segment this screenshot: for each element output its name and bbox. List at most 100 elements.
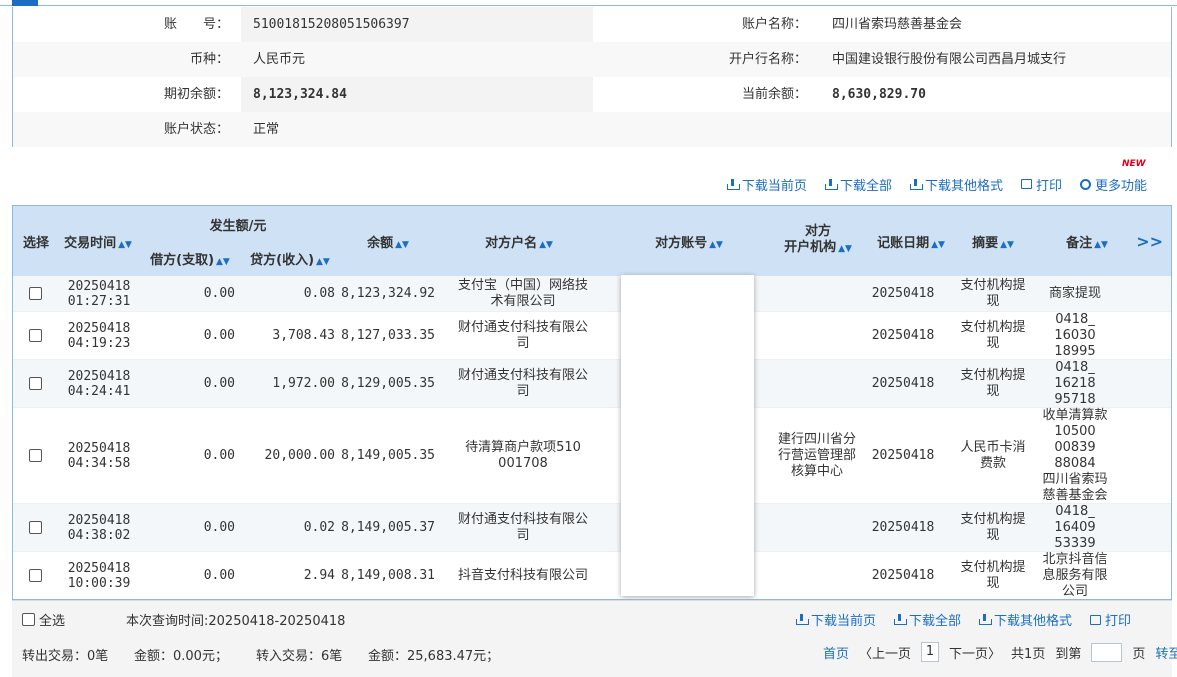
col-time[interactable]: 交易时间 ▲▼ xyxy=(59,232,137,251)
row-debit: 0.00 xyxy=(203,327,235,343)
col-remark[interactable]: 备注 ▲▼ xyxy=(1057,232,1117,251)
footer-download-all-button[interactable]: 下载全部 xyxy=(894,610,961,629)
opening-balance-value: 8,123,324.84 xyxy=(253,87,347,102)
row-balance: 8,129,005.35 xyxy=(341,375,435,391)
download-icon xyxy=(796,614,809,625)
printer-icon xyxy=(1090,614,1102,625)
print-button[interactable]: 打印 xyxy=(1020,174,1062,194)
row-counterparty: 待清算商户款项510 001708 xyxy=(465,439,581,471)
account-no-label: 账 号： xyxy=(163,17,229,32)
select-all-checkbox[interactable] xyxy=(22,613,35,626)
prev-page-link[interactable]: 〈上一页 xyxy=(859,643,911,662)
account-name-value: 四川省索玛慈善基金会 xyxy=(832,17,963,32)
row-checkbox[interactable] xyxy=(28,287,42,300)
row-remark: 0418_ 16218 95718 xyxy=(1054,359,1096,407)
goto-button[interactable]: 转至 xyxy=(1155,643,1177,662)
top-toolbar: 下载当前页 下载全部 下载其他格式 打印 更多功能 xyxy=(726,174,1147,194)
col-balance[interactable]: 余额 ▲▼ xyxy=(353,232,423,251)
active-tab[interactable] xyxy=(12,0,38,6)
bank-value: 中国建设银行股份有限公司西昌月城支行 xyxy=(832,52,1067,67)
table-row[interactable]: 20250418 04:24:41 0.00 1,972.00 8,129,005.35… xyxy=(13,360,1171,408)
table-row[interactable]: 20250418 04:38:02 0.00 0.02 8,149,005.37 财付通支… xyxy=(13,504,1171,552)
row-remark: 商家提现 xyxy=(1048,285,1101,301)
row-debit: 0.00 xyxy=(203,567,235,583)
col-post-date[interactable]: 记账日期 ▲▼ xyxy=(871,232,951,251)
download-icon xyxy=(894,614,908,625)
next-page-link[interactable]: 下一页〉 xyxy=(949,643,1001,662)
row-time: 20250418 04:19:23 xyxy=(67,320,131,351)
footer-download-other-button[interactable]: 下载其他格式 xyxy=(979,610,1072,629)
table-row[interactable]: 20250418 04:19:23 0.00 3,708.43 8,127,033.35… xyxy=(13,312,1171,360)
first-page-link[interactable]: 首页 xyxy=(823,643,849,662)
row-counterparty: 财付通支付科技有限公司 xyxy=(457,319,588,351)
table-row[interactable]: 20250418 10:00:39 0.00 2.94 8,149,008.31 抖音支付… xyxy=(13,551,1171,599)
sort-icon: ▲▼ xyxy=(539,240,553,250)
table-row[interactable]: 20250418 04:34:58 0.00 20,000.00 8,149,005.3… xyxy=(13,408,1171,504)
row-post-date: 20250418 xyxy=(871,375,935,391)
row-remark: 0418_ 16409 53339 xyxy=(1054,503,1096,551)
row-remark: 收单清算款 10500 00839 88084 四川省索玛 慈善基金会 xyxy=(1042,407,1108,503)
more-functions-button[interactable]: 更多功能 xyxy=(1079,174,1147,194)
download-icon xyxy=(726,178,740,190)
row-debit: 0.00 xyxy=(203,285,235,301)
row-credit: 3,708.43 xyxy=(272,327,335,343)
select-all[interactable]: 全选 xyxy=(22,610,65,629)
sort-icon: ▲▼ xyxy=(1000,240,1014,250)
col-amount-group: 发生额/元 xyxy=(209,219,267,234)
col-select: 选择 xyxy=(22,236,49,251)
row-checkbox[interactable] xyxy=(28,449,42,462)
col-counter-org[interactable]: 对方 开户机构 ▲▼ xyxy=(773,224,863,257)
sort-icon: ▲▼ xyxy=(709,240,723,250)
account-no-value: 51001815208051506397 xyxy=(253,17,410,32)
in-txn-count: 转入交易：6笔 xyxy=(256,649,343,664)
col-counter-account[interactable]: 对方账号 ▲▼ xyxy=(639,232,739,251)
row-time: 20250418 01:27:31 xyxy=(67,278,131,309)
sort-icon: ▲▼ xyxy=(838,244,852,254)
col-debit[interactable]: 借方(支取) ▲▼ xyxy=(143,249,237,268)
currency-value: 人民币元 xyxy=(253,52,306,67)
row-select-cell xyxy=(13,312,57,359)
row-time: 20250418 04:34:58 xyxy=(67,440,131,471)
footer-download-page-button[interactable]: 下载当前页 xyxy=(796,610,876,629)
download-all-button[interactable]: 下载全部 xyxy=(824,174,892,194)
row-balance: 8,149,005.37 xyxy=(341,519,435,535)
out-txn-amount: 金额：0.00元； xyxy=(134,649,228,664)
row-credit: 20,000.00 xyxy=(264,447,335,463)
sort-icon: ▲▼ xyxy=(216,257,230,267)
goto-page-input[interactable] xyxy=(1091,642,1123,662)
sort-icon: ▲▼ xyxy=(1094,240,1108,250)
row-select-cell xyxy=(13,276,57,311)
sort-icon: ▲▼ xyxy=(931,240,945,250)
footer-print-button[interactable]: 打印 xyxy=(1090,610,1131,629)
download-icon xyxy=(824,178,838,190)
col-credit[interactable]: 贷方(收入) ▲▼ xyxy=(243,249,337,268)
row-checkbox[interactable] xyxy=(28,569,42,582)
row-checkbox[interactable] xyxy=(28,521,42,534)
query-time: 本次查询时间:20250418-20250418 xyxy=(126,614,346,629)
current-page[interactable]: 1 xyxy=(921,642,940,662)
download-icon xyxy=(979,614,993,625)
col-counterparty[interactable]: 对方户名 ▲▼ xyxy=(469,232,569,251)
row-summary: 支付机构提现 xyxy=(960,319,1026,351)
download-page-button[interactable]: 下载当前页 xyxy=(726,174,807,194)
download-icon xyxy=(909,178,923,190)
sort-icon: ▲▼ xyxy=(118,240,132,250)
row-credit: 2.94 xyxy=(303,567,335,583)
row-summary: 支付机构提现 xyxy=(960,277,1026,309)
row-counterparty: 支付宝（中国）网络技 术有限公司 xyxy=(457,277,588,309)
redaction-overlay xyxy=(621,275,754,596)
row-checkbox[interactable] xyxy=(28,377,42,390)
expand-columns-icon[interactable]: >> xyxy=(1136,232,1163,251)
download-other-format-button[interactable]: 下载其他格式 xyxy=(909,174,1003,194)
row-select-cell xyxy=(13,552,57,599)
row-select-cell xyxy=(13,504,57,551)
row-remark: 北京抖音信 息服务有限 公司 xyxy=(1042,551,1108,599)
current-balance-value: 8,630,829.70 xyxy=(832,87,926,102)
table-row[interactable]: 20250418 01:27:31 0.00 0.08 8,123,324.92 支付宝（… xyxy=(13,276,1171,312)
opening-balance-label: 期初余额： xyxy=(163,87,229,102)
row-counter-org: 建行四川省分 行营运管理部 核算中心 xyxy=(777,431,856,479)
row-debit: 0.00 xyxy=(203,375,235,391)
current-balance-label: 当前余额： xyxy=(741,87,807,102)
col-summary[interactable]: 摘要 ▲▼ xyxy=(963,232,1023,251)
row-checkbox[interactable] xyxy=(28,329,42,342)
